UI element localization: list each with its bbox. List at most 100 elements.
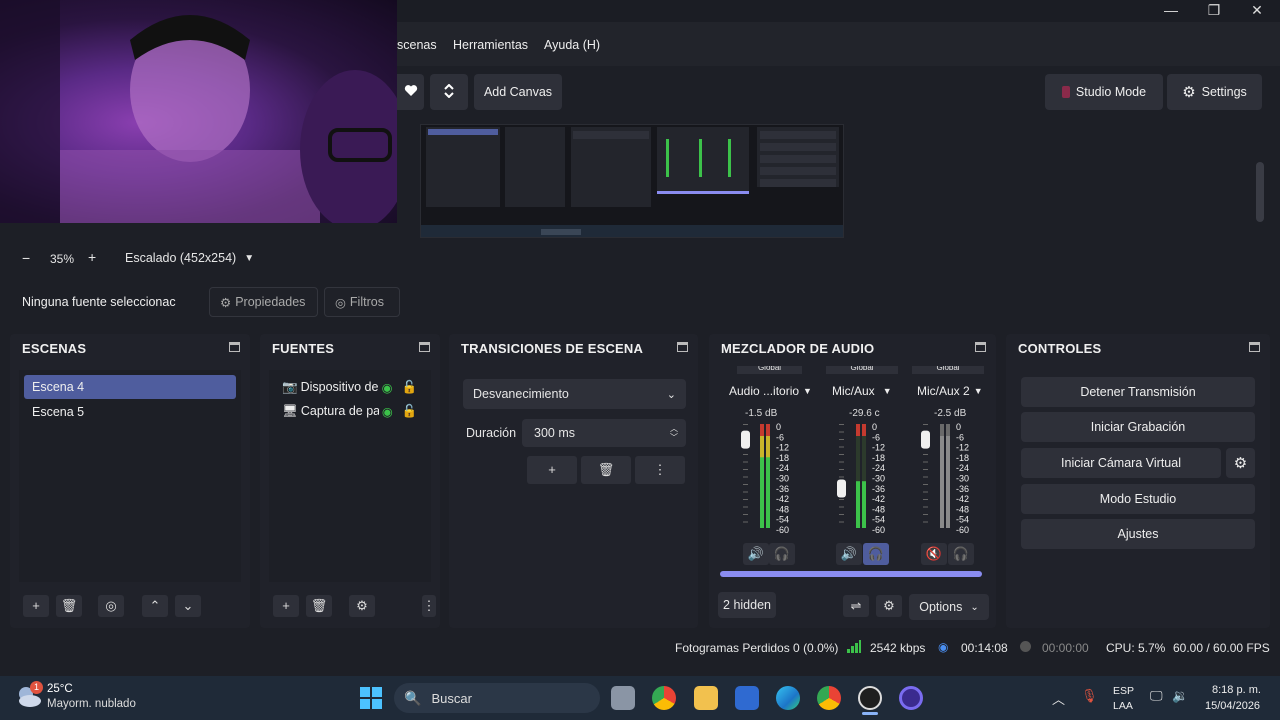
scale-mode-select[interactable]: Escalado (452x254) ▼ xyxy=(117,245,258,271)
favorite-button[interactable] xyxy=(397,74,424,110)
mixer-options-button[interactable]: Options ⌄ xyxy=(909,594,989,620)
chrome-profile-icon[interactable] xyxy=(817,686,841,710)
virtual-camera-settings-button[interactable]: ⚙ xyxy=(1226,448,1255,478)
fader-tick xyxy=(923,499,928,500)
mute-button[interactable]: 🔊 xyxy=(836,543,862,565)
eye-icon[interactable]: ◉ xyxy=(382,404,393,419)
move-scene-down-button[interactable]: ⌄ xyxy=(175,595,201,617)
maximize-button[interactable]: ❐ xyxy=(1194,0,1234,22)
monitor-button[interactable]: 🎧 xyxy=(948,543,974,565)
scale-mode-label: Escalado (452x254) xyxy=(125,251,237,265)
float-dock-icon[interactable] xyxy=(677,342,688,352)
clock-date[interactable]: 15/04/2026 xyxy=(1205,700,1260,712)
move-scene-up-button[interactable]: ⌃ xyxy=(142,595,168,617)
float-dock-icon[interactable] xyxy=(975,342,986,352)
filters-button[interactable]: ◎ Filtros xyxy=(324,287,400,317)
monitor-button[interactable]: 🎧 xyxy=(863,543,889,565)
source-more-button[interactable]: ⋮ xyxy=(422,595,436,617)
chevron-down-icon: ▼ xyxy=(244,252,255,264)
speaker-muted-icon: 🔇 xyxy=(925,546,943,561)
menu-scenes[interactable]: scenas xyxy=(397,38,437,52)
swap-canvas-button[interactable] xyxy=(430,74,468,110)
chevron-up-icon[interactable]: ︿ xyxy=(1052,689,1065,708)
preview-vertical-scrollbar[interactable] xyxy=(1256,162,1264,222)
volume-fader-knob[interactable] xyxy=(741,430,750,449)
transition-more-button[interactable]: ⋮ xyxy=(635,456,685,484)
zoom-in-button[interactable]: + xyxy=(88,249,96,265)
source-item[interactable]: 🖥 Captura de pan ◉ 🔓 xyxy=(276,399,426,423)
language-bottom[interactable]: LAA xyxy=(1113,700,1133,712)
mute-button[interactable]: 🔊 xyxy=(743,543,769,565)
obs-icon[interactable] xyxy=(858,686,882,710)
meter-scale-label: -12 xyxy=(776,443,789,453)
edge-icon[interactable] xyxy=(776,686,800,710)
scene-item[interactable]: Escena 5 xyxy=(24,400,236,424)
eye-icon[interactable]: ◉ xyxy=(382,380,393,395)
unlock-icon[interactable]: 🔓 xyxy=(402,404,418,419)
taskbar-search[interactable]: 🔍 Buscar xyxy=(394,683,600,713)
settings-open-button[interactable]: Ajustes xyxy=(1021,519,1255,549)
add-source-button[interactable]: + xyxy=(273,595,299,617)
mixer-channel-select[interactable]: Mic/Aux 2 ▼ xyxy=(917,381,983,401)
microphone-icon[interactable]: 🎙 xyxy=(1081,688,1098,704)
search-label: Buscar xyxy=(431,690,472,706)
chrome-icon[interactable] xyxy=(652,686,676,710)
network-icon[interactable]: 🖵 xyxy=(1150,688,1163,704)
monitor-button[interactable]: 🎧 xyxy=(769,543,795,565)
mute-button[interactable]: 🔇 xyxy=(921,543,947,565)
source-toolbar xyxy=(0,280,1280,324)
clock-time[interactable]: 8:18 p. m. xyxy=(1212,684,1261,696)
source-item[interactable]: 📷 Dispositivo de ◉ 🔓 xyxy=(276,375,426,399)
duration-spinbox[interactable]: 300 ms ︿ ﹀ xyxy=(522,419,686,447)
float-dock-icon[interactable] xyxy=(419,342,430,352)
add-scene-button[interactable]: + xyxy=(23,595,49,617)
add-transition-button[interactable]: + xyxy=(527,456,577,484)
scene-filters-button[interactable]: ◎ xyxy=(98,595,124,617)
scene-item[interactable]: Escena 4 xyxy=(24,375,236,399)
mixer-channel-select[interactable]: Audio ...itorio ▼ xyxy=(729,381,812,401)
menu-help[interactable]: Ayuda (H) xyxy=(544,38,600,52)
start-virtual-camera-button[interactable]: Iniciar Cámara Virtual xyxy=(1021,448,1221,478)
hidden-channels-button[interactable]: 2 hidden xyxy=(718,592,776,618)
remove-source-button[interactable]: 🗑 xyxy=(306,595,332,617)
meter-scale-label: -6 xyxy=(872,432,880,442)
minimize-button[interactable]: — xyxy=(1151,0,1191,22)
close-button[interactable]: ✕ xyxy=(1237,0,1277,22)
transition-select[interactable]: Desvanecimiento ⌄ xyxy=(463,379,686,409)
studio-mode-button[interactable]: Studio Mode xyxy=(1045,74,1163,110)
mixer-advanced-button[interactable]: ⇌ xyxy=(843,595,869,617)
volume-icon[interactable]: 🔉 xyxy=(1172,688,1188,704)
headphones-icon: 🎧 xyxy=(952,546,970,561)
windows-start-icon[interactable] xyxy=(359,686,383,713)
stop-stream-button[interactable]: Detener Transmisión xyxy=(1021,377,1255,407)
float-dock-icon[interactable] xyxy=(229,342,240,352)
start-recording-button[interactable]: Iniciar Grabación xyxy=(1021,412,1255,442)
menu-tools[interactable]: Herramientas xyxy=(453,38,528,52)
remove-scene-button[interactable]: 🗑 xyxy=(56,595,82,617)
properties-button[interactable]: ⚙ Propiedades xyxy=(209,287,318,317)
studio-mode-toggle-button[interactable]: Modo Estudio xyxy=(1021,484,1255,514)
preview-canvas[interactable] xyxy=(420,124,844,238)
task-view-icon[interactable] xyxy=(611,686,635,710)
source-properties-button[interactable]: ⚙ xyxy=(349,595,375,617)
sliders-icon: ⇌ xyxy=(850,598,862,613)
file-explorer-icon[interactable] xyxy=(694,686,718,710)
settings-button[interactable]: ⚙ Settings xyxy=(1167,74,1262,110)
volume-fader-knob[interactable] xyxy=(921,430,930,449)
mixer-settings-button[interactable]: ⚙ xyxy=(876,595,902,617)
spin-arrows-icon[interactable]: ︿ ﹀ xyxy=(670,424,678,442)
unlock-icon[interactable]: 🔓 xyxy=(402,380,418,395)
mixer-horizontal-scrollbar[interactable] xyxy=(720,571,982,577)
app-icon[interactable] xyxy=(899,686,923,710)
caret-down-icon: ▼ xyxy=(803,386,812,396)
fader-tick xyxy=(839,514,844,515)
mixer-channel-select[interactable]: Mic/Aux ▼ xyxy=(832,381,892,401)
volume-fader-knob[interactable] xyxy=(837,479,846,498)
zoom-out-button[interactable]: − xyxy=(22,250,30,266)
microsoft-store-icon[interactable] xyxy=(735,686,759,710)
float-dock-icon[interactable] xyxy=(1249,342,1260,352)
language-top[interactable]: ESP xyxy=(1113,685,1134,697)
headphones-icon: 🎧 xyxy=(867,546,885,561)
add-canvas-button[interactable]: Add Canvas xyxy=(474,74,562,110)
remove-transition-button[interactable]: 🗑 xyxy=(581,456,631,484)
